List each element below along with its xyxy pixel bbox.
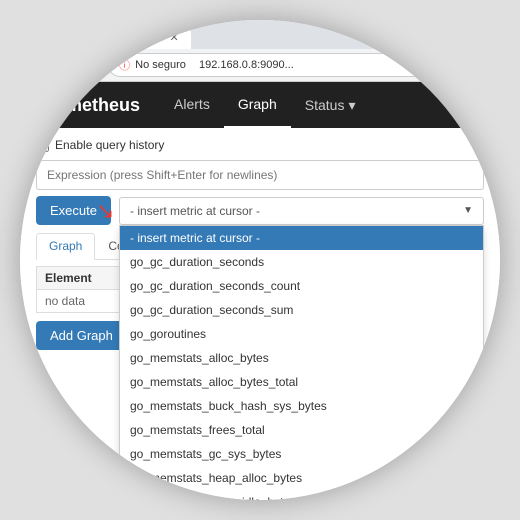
reload-button[interactable]: C: [84, 55, 102, 75]
metric-dropdown: - insert metric at cursor - go_gc_durati…: [119, 225, 484, 501]
browser-chrome: metheus Time Series C... ✕ ← → C ⓘ No se…: [20, 20, 500, 82]
dropdown-item-11[interactable]: go_memstats_heap_idle_bytes: [120, 490, 483, 501]
app-window: metheus Time Series C... ✕ ← → C ⓘ No se…: [20, 20, 500, 500]
back-button[interactable]: ←: [28, 55, 50, 75]
dropdown-arrow-icon: ▼: [463, 205, 473, 216]
metric-select-wrapper: - insert metric at cursor - ▼ - insert m…: [119, 197, 484, 225]
address-input[interactable]: ⓘ No seguro 192.168.0.8:9090...: [108, 53, 492, 77]
add-graph-button[interactable]: Add Graph: [36, 321, 127, 350]
dropdown-item-9[interactable]: go_memstats_gc_sys_bytes: [120, 442, 483, 466]
prometheus-navbar: Prometheus Alerts Graph Status ▾: [20, 82, 500, 128]
enable-history-row: Enable query history: [36, 138, 484, 152]
nav-graph[interactable]: Graph: [224, 82, 291, 128]
url-text: 192.168.0.8:9090...: [199, 59, 294, 71]
prom-logo: Prometheus: [36, 83, 140, 128]
dropdown-item-0[interactable]: - insert metric at cursor -: [120, 226, 483, 250]
dropdown-item-1[interactable]: go_gc_duration_seconds: [120, 250, 483, 274]
dropdown-item-10[interactable]: go_memstats_heap_alloc_bytes: [120, 466, 483, 490]
security-label: No seguro: [135, 59, 186, 71]
address-bar: ← → C ⓘ No seguro 192.168.0.8:9090...: [20, 49, 500, 81]
chevron-down-icon: ▾: [348, 97, 355, 114]
dropdown-item-6[interactable]: go_memstats_alloc_bytes_total: [120, 370, 483, 394]
tab-graph[interactable]: Graph: [36, 233, 95, 260]
dropdown-item-4[interactable]: go_goroutines: [120, 322, 483, 346]
enable-history-checkbox[interactable]: [36, 139, 49, 152]
nav-status[interactable]: Status ▾: [291, 82, 370, 128]
tab-title: metheus Time Series C...: [40, 32, 164, 44]
metric-select[interactable]: - insert metric at cursor - ▼: [119, 197, 484, 225]
tab-close-icon[interactable]: ✕: [170, 31, 179, 44]
browser-tab[interactable]: metheus Time Series C... ✕: [28, 26, 191, 49]
nav-links: Alerts Graph Status ▾: [160, 82, 369, 128]
expression-input[interactable]: [36, 160, 484, 190]
tab-bar: metheus Time Series C... ✕: [20, 20, 500, 49]
dropdown-item-8[interactable]: go_memstats_frees_total: [120, 418, 483, 442]
dropdown-item-2[interactable]: go_gc_duration_seconds_count: [120, 274, 483, 298]
dropdown-item-7[interactable]: go_memstats_buck_hash_sys_bytes: [120, 394, 483, 418]
security-icon: ⓘ: [119, 57, 130, 73]
dropdown-item-5[interactable]: go_memstats_alloc_bytes: [120, 346, 483, 370]
app-content: Prometheus Alerts Graph Status ▾ Enable …: [20, 82, 500, 500]
execute-button[interactable]: Execute: [36, 196, 111, 225]
metric-select-value: - insert metric at cursor -: [130, 204, 260, 218]
query-row: Execute ↘ - insert metric at cursor - ▼ …: [36, 196, 484, 225]
main-content: Enable query history Execute ↘ - insert …: [20, 128, 500, 500]
nav-alerts[interactable]: Alerts: [160, 82, 224, 128]
dropdown-item-3[interactable]: go_gc_duration_seconds_sum: [120, 298, 483, 322]
enable-history-label: Enable query history: [55, 138, 164, 152]
forward-button[interactable]: →: [56, 55, 78, 75]
